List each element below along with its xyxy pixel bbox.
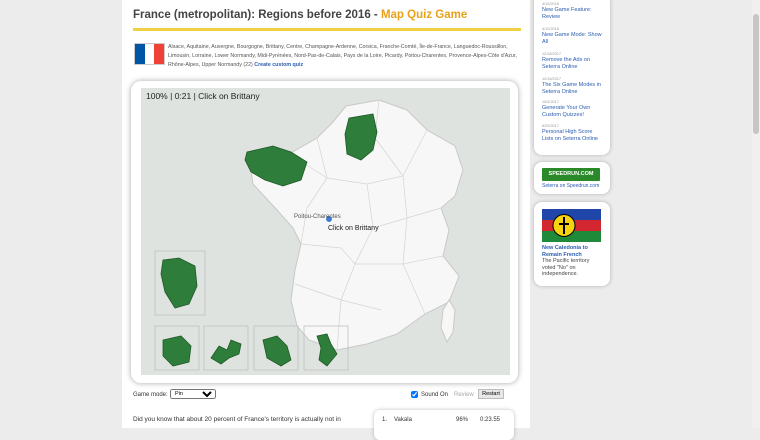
- cursor-tooltip: Click on Brittany: [328, 225, 379, 232]
- status-score: 100%: [146, 91, 168, 101]
- leaderboard-rank: 1.: [382, 417, 388, 423]
- new-caledonia-flag-image[interactable]: [542, 209, 601, 242]
- news-title-link[interactable]: New Game Mode: Show All: [542, 32, 604, 46]
- create-custom-quiz-link[interactable]: Create custom quiz: [254, 62, 303, 68]
- page-title: France (metropolitan): Regions before 20…: [133, 9, 467, 21]
- map-region-french-guiana[interactable]: [160, 257, 198, 309]
- inset-guadeloupe-frame: [203, 325, 249, 371]
- news-feature-text: The Pacific territory voted "No" on inde…: [542, 258, 590, 277]
- news-title-link[interactable]: The Six Game Modes in Seterra Online: [542, 82, 604, 96]
- map-region-reunion[interactable]: [162, 335, 192, 367]
- region-list-text: Alsace, Aquitaine, Auvergne, Bourgogne, …: [168, 44, 517, 68]
- speedrun-logo-text: SPEEDRUN.COM: [548, 171, 594, 177]
- news-title-link[interactable]: New Game Feature: Review: [542, 7, 604, 21]
- flag-stripe-white: [144, 44, 155, 64]
- title-underline: [133, 28, 521, 31]
- news-title-link[interactable]: Generate Your Own Custom Quizzes!: [542, 105, 604, 119]
- leaderboard-time: 0:23.55: [480, 417, 501, 423]
- game-mode-label: Game mode:: [133, 392, 168, 398]
- game-controls: Game mode: Pin Sound On Review Restart: [133, 389, 523, 403]
- restart-button[interactable]: Restart: [478, 389, 504, 399]
- news-item[interactable]: 12/16/2017 The Six Game Modes in Seterra …: [542, 77, 604, 96]
- map-corsica[interactable]: [440, 299, 456, 344]
- news-title-link[interactable]: Personal High Score Lists on Seterra Onl…: [542, 129, 604, 143]
- region-list: Alsace, Aquitaine, Auvergne, Bourgogne, …: [168, 43, 518, 70]
- title-subtitle: Map Quiz Game: [380, 9, 468, 21]
- status-prompt: Click on Brittany: [198, 91, 260, 101]
- review-link[interactable]: Review: [454, 392, 474, 398]
- news-item[interactable]: 10/4/2017 Generate Your Own Custom Quizze…: [542, 100, 604, 119]
- news-feature-title-link[interactable]: New Caledonia to Remain French: [542, 245, 604, 258]
- france-flag-icon: [134, 43, 165, 65]
- status-time: 0:21: [174, 91, 192, 101]
- label-poitou-charentes: Poitou-Charentes: [294, 214, 341, 220]
- game-mode-select[interactable]: Pin: [170, 389, 216, 399]
- news-title-link[interactable]: Remove the Ads on Seterra Online: [542, 57, 604, 71]
- title-separator: -: [370, 9, 381, 21]
- speedrun-caption-link[interactable]: Seterra on Speedrun.com: [542, 183, 599, 189]
- page-scrollbar[interactable]: [752, 0, 760, 428]
- sound-checkbox[interactable]: [411, 391, 418, 398]
- sound-label: Sound On: [421, 392, 449, 399]
- news-item[interactable]: 4/10/2018 New Game Feature: Review: [542, 2, 604, 21]
- leaderboard-name: Vakala: [394, 417, 412, 423]
- france-map-svg[interactable]: Poitou-Charentes Click on Brittany: [141, 88, 510, 375]
- map-region-guadeloupe[interactable]: [210, 339, 242, 365]
- sound-toggle[interactable]: Sound On: [411, 391, 448, 398]
- scrollbar-thumb[interactable]: [753, 14, 759, 134]
- quiz-map[interactable]: Poitou-Charentes Click on Brittany: [141, 88, 510, 375]
- news-item[interactable]: 12/18/2017 Remove the Ads on Seterra Onli…: [542, 52, 604, 71]
- news-item[interactable]: 8/29/2017 Personal High Score Lists on Se…: [542, 124, 604, 143]
- flag-stripe-red: [154, 44, 165, 64]
- leaderboard-card: [374, 410, 514, 440]
- news-item[interactable]: 4/10/2018 New Game Mode: Show All: [542, 27, 604, 46]
- flag-stripe-blue: [135, 44, 145, 64]
- map-region-martinique[interactable]: [262, 335, 292, 367]
- game-status-bar: 100% | 0:21 | Click on Brittany: [146, 91, 260, 101]
- did-you-know-text: Did you know that about 20 percent of Fr…: [133, 416, 341, 423]
- title-text: France (metropolitan): Regions before 20…: [133, 9, 371, 21]
- speedrun-logo[interactable]: SPEEDRUN.COM: [542, 168, 600, 181]
- leaderboard-percent: 96%: [456, 417, 469, 423]
